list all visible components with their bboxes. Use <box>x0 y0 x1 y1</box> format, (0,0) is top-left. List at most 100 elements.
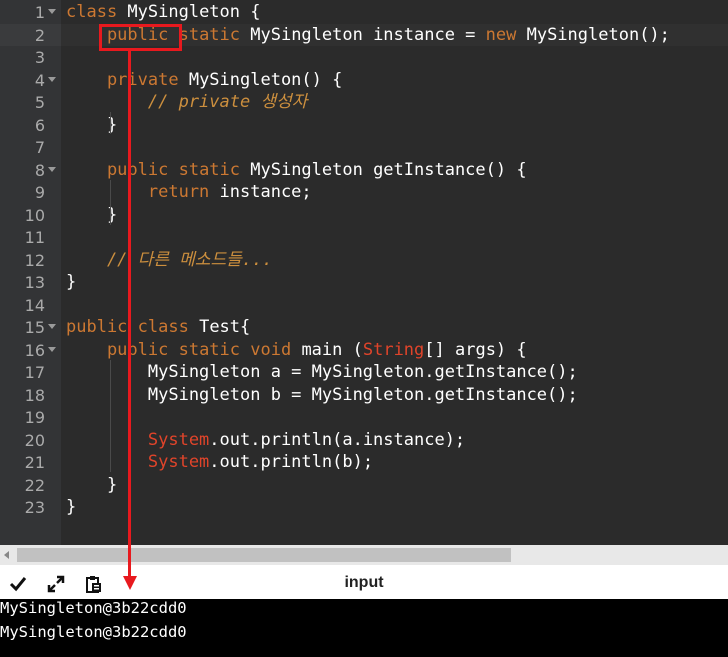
code-token: instance; <box>209 182 312 202</box>
code-line[interactable]: 23} <box>0 496 728 519</box>
code-token: main ( <box>291 339 363 360</box>
code-line[interactable]: 22 } <box>0 474 728 497</box>
code-token: MySingleton getInstance() { <box>240 159 527 180</box>
code-line[interactable]: 4 private MySingleton() { <box>0 69 728 92</box>
code-line[interactable]: 7 <box>0 136 728 159</box>
horizontal-scrollbar[interactable] <box>0 545 728 565</box>
code-line[interactable]: 8 public static MySingleton getInstance(… <box>0 159 728 182</box>
code-line[interactable]: 14 <box>0 294 728 317</box>
code-line-bg <box>61 496 728 519</box>
indent-guide <box>110 112 111 134</box>
line-number: 11 <box>24 228 45 247</box>
fold-arrow-icon[interactable] <box>48 9 56 14</box>
code-line[interactable]: 16 public static void main (String[] arg… <box>0 339 728 362</box>
code-line-bg <box>61 406 728 429</box>
code-token: public <box>66 317 128 337</box>
code-line-bg <box>61 226 728 249</box>
line-number: 18 <box>24 385 45 405</box>
code-token: return <box>66 182 210 202</box>
line-number: 21 <box>24 453 45 472</box>
line-number: 14 <box>24 295 45 315</box>
fold-arrow-icon[interactable] <box>48 166 56 172</box>
annotation-arrow-head <box>123 576 137 590</box>
line-number: 17 <box>24 363 45 382</box>
line-number: 6 <box>34 115 45 135</box>
code-token: class <box>127 317 189 337</box>
code-token: // private 생성자 <box>66 92 308 112</box>
code-line-bg <box>61 474 728 497</box>
code-token: public <box>66 159 169 180</box>
code-token: } <box>66 474 118 495</box>
annotation-arrow-line <box>128 51 131 581</box>
code-token: public <box>66 339 169 360</box>
code-token: MySingleton() { <box>178 69 343 90</box>
code-token: .out.println(b); <box>209 452 374 472</box>
code-token: } <box>66 272 77 292</box>
code-token: .out.println(a.instance); <box>209 429 466 450</box>
code-editor[interactable]: 1 class MySingleton { 2 public static MySi… <box>0 0 728 545</box>
code-text: public class Test{ <box>66 316 250 339</box>
toolbar-title: input <box>344 574 384 591</box>
indent-guide <box>110 360 111 472</box>
code-text: System.out.println(a.instance); <box>66 429 465 452</box>
scrollbar-thumb[interactable] <box>17 548 511 562</box>
code-token: // 다른 메소드들... <box>66 249 273 270</box>
output-line: MySingleton@3b22cdd0 <box>0 599 187 617</box>
code-text: public static MySingleton getInstance() … <box>66 159 527 182</box>
code-token: MySingleton(); <box>516 24 670 45</box>
line-number: 8 <box>34 160 45 180</box>
code-line-bg <box>61 294 728 317</box>
line-number: 4 <box>34 70 45 90</box>
line-number: 3 <box>34 48 45 67</box>
code-token: MySingleton a = MySingleton.getInstance(… <box>66 362 578 382</box>
code-line[interactable]: 1 class MySingleton { <box>0 1 728 24</box>
code-token: System <box>66 452 210 472</box>
code-line-bg <box>61 114 728 137</box>
line-number: 19 <box>24 408 45 427</box>
code-text: // 다른 메소드들... <box>66 249 273 272</box>
line-number: 15 <box>24 318 45 337</box>
code-token: } <box>66 497 77 517</box>
code-token: MySingleton instance = <box>240 24 486 45</box>
line-number: 5 <box>34 93 45 112</box>
line-number: 1 <box>34 3 45 22</box>
code-token: class <box>66 2 118 22</box>
code-text: // private 생성자 <box>66 91 308 114</box>
line-number: 22 <box>24 475 45 495</box>
code-line[interactable]: 15 public class Test{ <box>0 316 728 339</box>
code-text: private MySingleton() { <box>66 69 342 92</box>
code-token: void <box>240 339 292 360</box>
line-number: 2 <box>34 25 45 45</box>
code-line[interactable]: 5 // private 생성자 <box>0 91 728 114</box>
code-token: [] args) { <box>424 339 527 360</box>
code-text: } <box>66 271 76 294</box>
code-text: public static void main (String[] args) … <box>66 339 527 362</box>
scroll-left-arrow-icon[interactable] <box>4 551 9 559</box>
code-token: private <box>66 69 179 90</box>
line-number: 16 <box>24 340 45 360</box>
fold-arrow-icon[interactable] <box>48 324 56 329</box>
code-line[interactable]: 11 <box>0 226 728 249</box>
highlight-box <box>99 24 182 51</box>
line-number: 12 <box>24 250 45 270</box>
code-line[interactable]: 13} <box>0 271 728 294</box>
indent-guide <box>110 180 111 225</box>
output-toolbar: input <box>0 565 728 599</box>
code-text: class MySingleton { <box>66 1 260 24</box>
code-line-bg <box>61 271 728 294</box>
code-token: MySingleton { <box>117 2 261 22</box>
code-text: System.out.println(b); <box>66 451 373 474</box>
line-number: 13 <box>24 273 45 292</box>
fold-arrow-icon[interactable] <box>48 346 56 352</box>
console-output: MySingleton@3b22cdd0 MySingleton@3b22cdd… <box>0 599 728 657</box>
code-token: new <box>485 24 517 45</box>
code-text: } <box>66 496 76 519</box>
code-token: static <box>168 159 241 180</box>
code-line[interactable]: 12 // 다른 메소드들... <box>0 249 728 272</box>
line-number: 7 <box>34 138 45 157</box>
line-number: 10 <box>24 205 45 225</box>
line-number: 23 <box>24 498 45 517</box>
fold-arrow-icon[interactable] <box>48 76 56 82</box>
code-text: MySingleton a = MySingleton.getInstance(… <box>66 361 578 384</box>
output-line: MySingleton@3b22cdd0 <box>0 623 187 641</box>
